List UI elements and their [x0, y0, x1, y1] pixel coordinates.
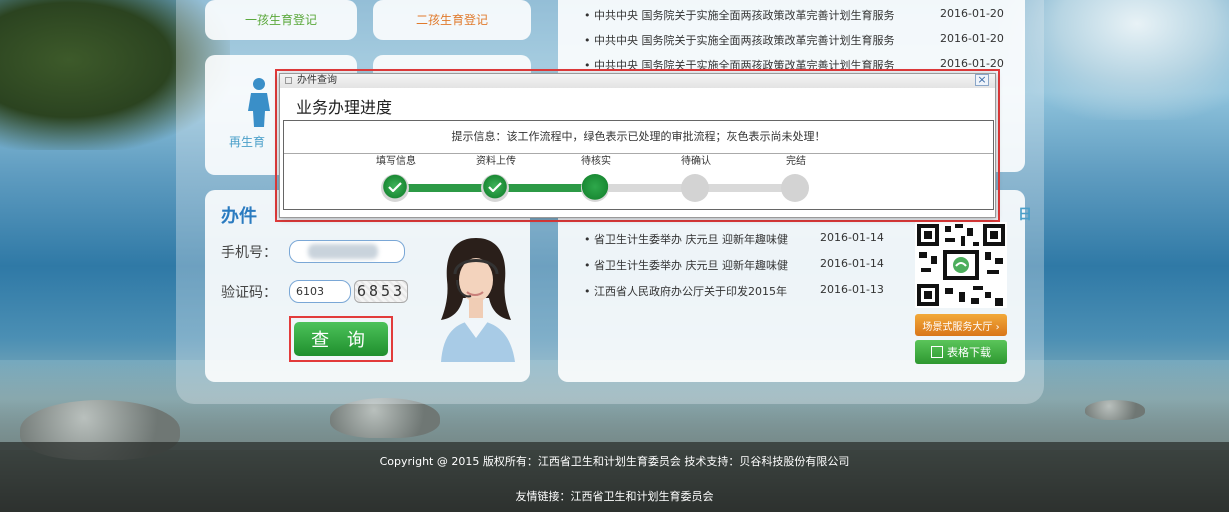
- qr-code-image: [915, 222, 1007, 308]
- bullet-icon: •: [584, 9, 591, 22]
- progress-tip: 提示信息：该工作流程中，绿色表示已处理的审批流程；灰色表示尚未处理！: [284, 121, 993, 154]
- step-label: 填写信息: [376, 156, 416, 167]
- step-upload: 资料上传: [466, 155, 526, 202]
- window-icon: [285, 77, 292, 84]
- verification-code-input[interactable]: 6103: [289, 280, 351, 303]
- news-date: 2016-01-14: [820, 257, 884, 270]
- captcha-image[interactable]: 6853: [354, 280, 408, 303]
- redacted-phone: [308, 244, 378, 259]
- tile-label: 二孩生育登记: [415, 13, 488, 27]
- news-title: 江西省人民政府办公厅关于印发2015年: [594, 285, 787, 298]
- step-circle: [581, 174, 609, 202]
- rock-decoration: [1085, 400, 1145, 420]
- bullet-icon: •: [584, 285, 594, 298]
- dialog-highlight: 办件查询 × 业务办理进度 提示信息：该工作流程中，绿色表示已处理的审批流程；灰…: [275, 69, 1000, 222]
- person-icon: [248, 78, 270, 127]
- step-circle: [381, 174, 409, 202]
- form-download-button[interactable]: 表格下载: [915, 340, 1007, 364]
- step-label: 待核实: [581, 156, 611, 167]
- step-fill-info: 填写信息: [366, 155, 426, 202]
- customer-service-operator-image: [441, 238, 515, 362]
- bullet-icon: •: [584, 34, 591, 47]
- phone-input[interactable]: [289, 240, 405, 263]
- tile-label: 一孩生育登记: [244, 13, 317, 27]
- step-label: 完结: [786, 156, 806, 167]
- rock-decoration: [330, 398, 440, 438]
- news-title: 省卫生计生委举办 庆元旦 迎新年趣味健: [594, 259, 788, 272]
- news-date: 2016-01-14: [820, 231, 884, 244]
- download-label: 表格下载: [947, 346, 991, 359]
- scenario-service-hall-button[interactable]: 场景式服务大厅 ›: [915, 314, 1007, 336]
- query-button[interactable]: 查 询: [294, 322, 388, 356]
- check-icon: [488, 182, 502, 192]
- step-circle: [681, 174, 709, 202]
- step-label: 待确认: [681, 156, 711, 167]
- footer: Copyright @ 2015 版权所有：江西省卫生和计划生育委员会 技术支持…: [0, 442, 1229, 512]
- step-label: 资料上传: [476, 156, 516, 167]
- bullet-icon: •: [584, 233, 594, 246]
- news-date: 2016-01-13: [820, 283, 884, 296]
- news-title: 省卫生计生委举办 庆元旦 迎新年趣味健: [594, 233, 788, 246]
- query-button-highlight: 查 询: [289, 316, 393, 362]
- code-label: 验证码：: [221, 285, 277, 301]
- query-title: 办件: [221, 206, 257, 227]
- news-date: 2016-01-20: [940, 7, 1004, 20]
- qr-code-icon: [917, 224, 1005, 306]
- phone-label: 手机号：: [221, 245, 277, 261]
- friendly-links[interactable]: 友情链接：江西省卫生和计划生育委员会: [0, 488, 1229, 504]
- document-icon: [931, 346, 943, 358]
- close-icon[interactable]: ×: [975, 74, 989, 86]
- dialog-window-title: 办件查询: [297, 75, 337, 86]
- news-item[interactable]: • 江西省人民政府办公厅关于印发2015年 2016-01-13: [584, 283, 884, 299]
- step-confirm: 待确认: [666, 155, 726, 202]
- bullet-icon: •: [584, 259, 594, 272]
- progress-steps: 填写信息 资料上传 待核实 待确认 完结: [284, 155, 995, 210]
- check-icon: [388, 182, 402, 192]
- news-title: 中共中央 国务院关于实施全面两孩政策改革完善计划生育服务: [594, 34, 895, 47]
- second-child-registration-tile[interactable]: 二孩生育登记: [373, 0, 531, 40]
- first-child-registration-tile[interactable]: 一孩生育登记: [205, 0, 357, 40]
- progress-box: 提示信息：该工作流程中，绿色表示已处理的审批流程；灰色表示尚未处理！ 填写信息 …: [283, 120, 994, 210]
- progress-dialog: 办件查询 × 业务办理进度 提示信息：该工作流程中，绿色表示已处理的审批流程；灰…: [279, 73, 996, 218]
- dialog-heading: 业务办理进度: [296, 98, 393, 117]
- news-item[interactable]: • 中共中央 国务院关于实施全面两孩政策改革完善计划生育服务 2016-01-20: [584, 7, 1004, 27]
- news-item[interactable]: • 省卫生计生委举办 庆元旦 迎新年趣味健 2016-01-14: [584, 231, 884, 247]
- step-circle: [481, 174, 509, 202]
- news-item[interactable]: • 省卫生计生委举办 庆元旦 迎新年趣味健 2016-01-14: [584, 257, 884, 273]
- step-complete: 完结: [766, 155, 826, 202]
- news-date: 2016-01-20: [940, 32, 1004, 45]
- step-verify: 待核实: [566, 155, 626, 202]
- news-title: 中共中央 国务院关于实施全面两孩政策改革完善计划生育服务: [594, 9, 895, 22]
- tile-label: 再生育: [229, 135, 266, 149]
- section-title-fragment: 日: [1018, 207, 1032, 223]
- news-item[interactable]: • 中共中央 国务院关于实施全面两孩政策改革完善计划生育服务 2016-01-20: [584, 32, 1004, 52]
- step-circle: [781, 174, 809, 202]
- copyright-text: Copyright @ 2015 版权所有：江西省卫生和计划生育委员会 技术支持…: [379, 455, 850, 468]
- dialog-titlebar[interactable]: 办件查询 ×: [280, 74, 995, 88]
